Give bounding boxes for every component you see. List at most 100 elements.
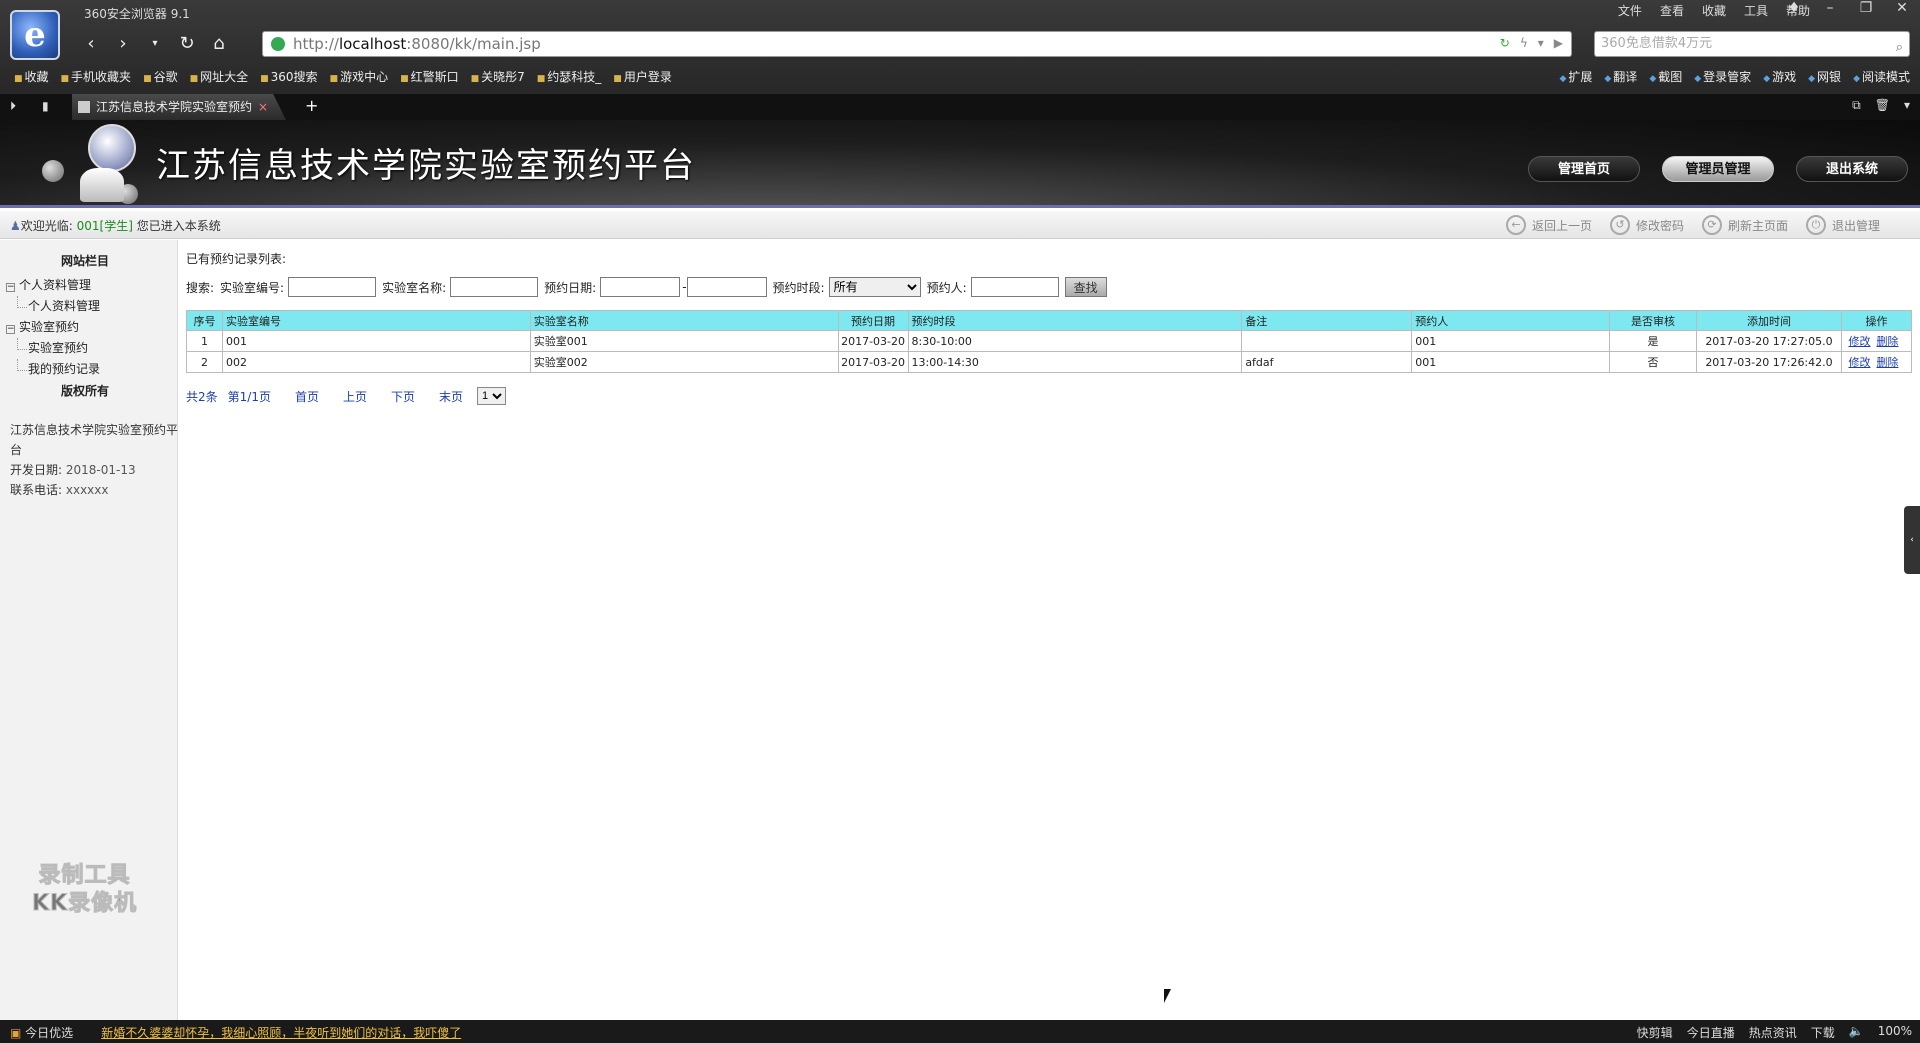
copyright-heading: 版权所有 <box>60 384 109 398</box>
toolbar-extensions: 扩展 翻译 截图 登录管家 游戏 网银 阅读模式 <box>1559 68 1910 85</box>
bookmark-item[interactable]: 红警斯口 <box>400 68 459 85</box>
watermark-line: 录制工具 <box>38 863 131 889</box>
nav-admin-home-button[interactable]: 管理首页 <box>1528 156 1640 182</box>
extension-item[interactable]: 登录管家 <box>1694 68 1751 85</box>
tree-group-profile[interactable]: − 个人资料管理 <box>6 275 100 296</box>
new-tab-icon[interactable]: + <box>305 96 318 115</box>
tree-group-reservation[interactable]: − 实验室预约 <box>6 317 100 338</box>
restore-tab-icon[interactable]: ⧉ <box>1852 98 1861 113</box>
quick-edit-button[interactable]: 快剪辑 <box>1637 1024 1673 1041</box>
nav-logout-button[interactable]: 退出系统 <box>1796 156 1908 182</box>
minimize-icon[interactable]: – <box>1820 0 1840 16</box>
pager-first-link[interactable]: 首页 <box>295 388 319 405</box>
extension-item[interactable]: 扩展 <box>1559 68 1592 85</box>
trash-icon[interactable]: 🗑 <box>1875 98 1890 113</box>
period-select[interactable]: 所有 <box>828 277 921 297</box>
cell-audited: 是 <box>1609 330 1698 352</box>
home-icon[interactable]: ⌂ <box>210 33 228 54</box>
date-to-input[interactable] <box>686 277 767 297</box>
side-drawer-handle[interactable]: ‹ <box>1904 506 1920 574</box>
hot-news-button[interactable]: 热点资讯 <box>1749 1024 1797 1041</box>
change-password-button[interactable]: ↺ 修改密码 <box>1609 215 1684 235</box>
refresh-green-icon[interactable]: ↻ <box>1500 36 1510 50</box>
edit-link[interactable]: 修改 <box>1848 356 1870 369</box>
extension-item[interactable]: 翻译 <box>1604 68 1637 85</box>
search-icon[interactable]: ⌕ <box>1896 36 1903 60</box>
mouse-cursor-icon <box>1164 989 1171 1003</box>
forward-icon[interactable]: › <box>114 33 132 54</box>
search-placeholder: 360免息借款4万元 <box>1601 36 1713 51</box>
reload-icon[interactable]: ↻ <box>178 33 196 54</box>
bookmark-item[interactable]: 网址大全 <box>190 68 248 85</box>
download-button[interactable]: 下载 <box>1811 1024 1835 1041</box>
refresh-main-button[interactable]: ⟳ 刷新主页面 <box>1701 215 1788 235</box>
table-row: 1 001 实验室001 2017-03-20 8:30-10:00 001 是… <box>186 330 1913 352</box>
pager-page-select[interactable]: 1 <box>477 387 507 405</box>
news-ticker-link[interactable]: 新婚不久婆婆却怀孕，我细心照顾，半夜听到她们的对话，我吓傻了 <box>101 1024 461 1041</box>
lightning-icon[interactable]: ϟ <box>1520 36 1528 50</box>
skin-icon[interactable]: ♦ <box>1784 0 1804 16</box>
extension-item[interactable]: 截图 <box>1649 68 1682 85</box>
nav-admin-manage-button[interactable]: 管理员管理 <box>1662 156 1774 182</box>
lab-no-input[interactable] <box>288 277 377 297</box>
collapse-icon[interactable]: − <box>6 283 15 292</box>
tab-menu-icon[interactable]: ▾ <box>1904 98 1910 113</box>
date-from-input[interactable] <box>600 277 681 297</box>
collapse-icon[interactable]: − <box>6 325 15 334</box>
tab-list-icon[interactable]: ⏵ <box>10 99 16 114</box>
cell-lab-no: 001 <box>221 330 531 352</box>
sidebar-item-my-records[interactable]: 我的预约记录 <box>6 359 100 380</box>
menu-tools[interactable]: 工具 <box>1744 2 1768 19</box>
menu-file[interactable]: 文件 <box>1618 2 1642 19</box>
person-label: 预约人: <box>926 280 967 295</box>
delete-link[interactable]: 删除 <box>1876 356 1898 369</box>
restore-icon[interactable]: ❐ <box>1856 0 1876 16</box>
lab-no-label: 实验室编号: <box>220 280 285 295</box>
bookmark-item[interactable]: 游戏中心 <box>330 68 388 85</box>
bookmark-item[interactable]: 关晓彤7 <box>471 68 525 85</box>
pager-last-link[interactable]: 末页 <box>439 388 463 405</box>
exit-admin-button[interactable]: ⏻ 退出管理 <box>1805 215 1880 235</box>
address-bar[interactable]: http://localhost:8080/kk/main.jsp ↻ ϟ ▾ … <box>262 31 1572 57</box>
back-icon[interactable]: ‹ <box>82 33 100 54</box>
search-input[interactable]: 360免息借款4万元 ⌕ <box>1594 31 1910 57</box>
tab-page-icon[interactable]: ▮ <box>42 99 49 113</box>
go-icon[interactable]: ▶ <box>1554 36 1563 50</box>
welcome-suffix: 您已进入本系统 <box>136 219 221 233</box>
back-page-button[interactable]: ← 返回上一页 <box>1505 215 1592 235</box>
menu-favorites[interactable]: 收藏 <box>1702 2 1726 19</box>
bookmark-item[interactable]: 谷歌 <box>143 68 178 85</box>
bookmark-item[interactable]: 用户登录 <box>613 68 672 85</box>
volume-icon[interactable]: 🔈 <box>1849 1024 1864 1041</box>
tab-close-icon[interactable]: × <box>258 94 268 120</box>
extension-item[interactable]: 阅读模式 <box>1853 68 1910 85</box>
edit-link[interactable]: 修改 <box>1848 335 1870 348</box>
today-picks-button[interactable]: ▣ 今日优选 <box>10 1024 73 1041</box>
extension-item[interactable]: 游戏 <box>1763 68 1796 85</box>
welcome-message: ♟欢迎光临: 001[学生] 您已进入本系统 <box>10 217 221 234</box>
cell-actions: 修改 删除 <box>1840 351 1913 373</box>
lab-name-input[interactable] <box>450 277 539 297</box>
pager-page-info: 第1/1页 <box>227 389 271 404</box>
sidebar-item-lab-reservation[interactable]: 实验室预约 <box>6 338 100 359</box>
bookmark-item[interactable]: 手机收藏夹 <box>61 68 131 85</box>
menu-view[interactable]: 查看 <box>1660 2 1684 19</box>
change-password-label: 修改密码 <box>1635 218 1684 233</box>
extension-item[interactable]: 网银 <box>1808 68 1841 85</box>
bookmark-item[interactable]: 收藏 <box>14 68 49 85</box>
pager-next-link[interactable]: 下页 <box>391 388 415 405</box>
bookmark-item[interactable]: 约瑟科技_ <box>537 68 601 85</box>
delete-link[interactable]: 删除 <box>1876 335 1898 348</box>
pager-prev-link[interactable]: 上页 <box>343 388 367 405</box>
history-dropdown-icon[interactable]: ▾ <box>146 38 164 49</box>
bookmark-item[interactable]: 360搜索 <box>260 68 318 85</box>
sidebar-item-profile-manage[interactable]: 个人资料管理 <box>6 296 100 317</box>
zoom-level[interactable]: 100% <box>1878 1024 1912 1041</box>
search-button[interactable]: 查找 <box>1064 277 1107 297</box>
url-rest: :8080/kk/main.jsp <box>406 35 541 53</box>
live-button[interactable]: 今日直播 <box>1687 1024 1735 1041</box>
person-input[interactable] <box>970 277 1059 297</box>
address-dropdown-icon[interactable]: ▾ <box>1538 36 1544 50</box>
tab-active[interactable]: 江苏信息技术学院实验室预约 × <box>72 94 286 120</box>
close-window-icon[interactable]: ✕ <box>1892 0 1912 16</box>
